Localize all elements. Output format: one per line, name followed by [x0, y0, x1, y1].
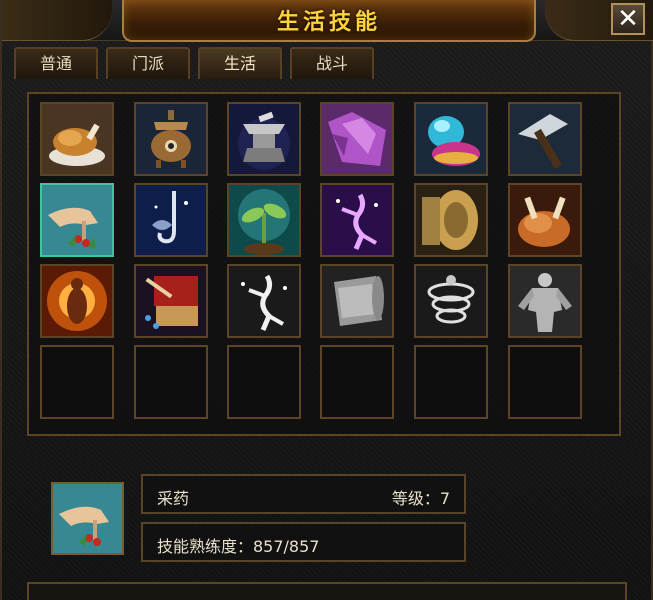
skill-level: 等级：7 [391, 489, 450, 508]
bottom-panel-edge [27, 582, 627, 600]
skill-name: 采药 [157, 489, 190, 508]
scroll-icon [322, 266, 392, 336]
skill-slot-wind[interactable] [414, 264, 488, 338]
white-dancer-icon [229, 266, 299, 336]
purple-dancer-icon [322, 185, 392, 255]
title-bar: 生活技能 ✕ [2, 0, 653, 42]
tab-label: 普通 [39, 54, 72, 73]
tab-label: 生活 [223, 54, 256, 73]
skill-slot-forging[interactable] [227, 102, 301, 176]
tab-normal[interactable]: 普通 [14, 47, 98, 79]
empty-skill-slot[interactable] [227, 345, 301, 419]
fire-figure-icon [42, 266, 112, 336]
skill-slot-dance-white[interactable] [227, 264, 301, 338]
roast-turkey-icon [510, 185, 580, 255]
empty-skill-slot[interactable] [508, 345, 582, 419]
close-button[interactable]: ✕ [611, 3, 645, 35]
skill-slot-fire[interactable] [40, 264, 114, 338]
skill-proficiency-box: 技能熟练度：857/857 [141, 522, 466, 562]
skills-window: 生活技能 ✕ 普通 门派 生活 战斗 采药 等级：7 技能熟练度：857/857 [0, 0, 653, 600]
skill-slot-fishing[interactable] [134, 183, 208, 257]
skill-slot-milling[interactable] [414, 183, 488, 257]
pot-censer-icon [136, 104, 206, 174]
skill-slot-mining[interactable] [508, 102, 582, 176]
wind-swirl-icon [416, 266, 486, 336]
skill-slot-herbalism[interactable] [40, 183, 114, 257]
tab-combat[interactable]: 战斗 [290, 47, 374, 79]
skill-slot-tailoring[interactable] [320, 102, 394, 176]
empty-skill-slot[interactable] [414, 345, 488, 419]
empty-skill-slot[interactable] [320, 345, 394, 419]
title-ornament-left [2, 0, 112, 41]
tab-sect[interactable]: 门派 [106, 47, 190, 79]
roast-chicken-icon [42, 104, 112, 174]
potion-flask-icon [416, 104, 486, 174]
herb-picking-hand-icon [53, 484, 122, 553]
herb-picking-hand-icon [42, 185, 112, 255]
skill-name-box: 采药 等级：7 [141, 474, 466, 514]
window-title: 生活技能 [276, 9, 381, 35]
pickaxe-icon [510, 104, 580, 174]
skill-slot-roasting[interactable] [508, 183, 582, 257]
skill-slot-writing[interactable] [134, 264, 208, 338]
empty-skill-slot[interactable] [40, 345, 114, 419]
empty-skill-slot[interactable] [134, 345, 208, 419]
skill-slot-physique[interactable] [508, 264, 582, 338]
skill-slot-dance-purple[interactable] [320, 183, 394, 257]
sprout-icon [229, 185, 299, 255]
millstone-icon [416, 185, 486, 255]
skill-slot-cooking[interactable] [40, 102, 114, 176]
skill-proficiency: 技能熟练度：857/857 [157, 537, 320, 556]
skill-slot-potion[interactable] [414, 102, 488, 176]
skill-slot-planting[interactable] [227, 183, 301, 257]
tab-label: 门派 [131, 54, 164, 73]
skill-slot-alchemy[interactable] [134, 102, 208, 176]
skill-slot-scroll[interactable] [320, 264, 394, 338]
book-brush-icon [136, 266, 206, 336]
robe-icon [322, 104, 392, 174]
close-icon: ✕ [617, 4, 639, 34]
tab-life[interactable]: 生活 [198, 47, 282, 79]
muscle-statue-icon [510, 266, 580, 336]
tab-label: 战斗 [315, 54, 348, 73]
anvil-icon [229, 104, 299, 174]
fishing-hook-icon [136, 185, 206, 255]
selected-skill-icon-frame [51, 482, 124, 555]
